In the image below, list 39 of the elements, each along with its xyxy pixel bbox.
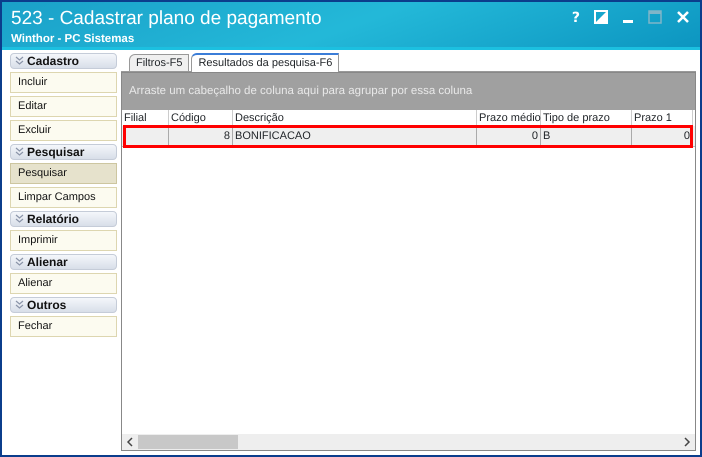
column-header[interactable]: Prazo 1 [632,110,693,126]
sidebar-button[interactable]: Editar [10,96,117,117]
table-cell: BONIFICACAO [233,126,477,146]
window-title: 523 - Cadastrar plano de pagamento [11,7,322,31]
column-header[interactable]: Código [169,110,233,126]
column-header[interactable]: Tipo de prazo [541,110,632,126]
table-cell: B [541,126,632,146]
section-header[interactable]: Relatório [10,211,117,227]
maximize-icon[interactable] [648,10,662,24]
tab[interactable]: Filtros-F5 [129,54,190,71]
column-header[interactable]: Prazo médio [477,110,541,126]
collapse-icon[interactable] [15,214,24,224]
section-header[interactable]: Alienar [10,254,117,270]
collapse-icon[interactable] [15,257,24,267]
section-header[interactable]: Cadastro [10,53,117,69]
column-header[interactable]: Filial [122,110,169,126]
collapse-icon[interactable] [15,300,24,310]
sidebar-button[interactable]: Excluir [10,120,117,141]
sidebar-button[interactable]: Alienar [10,273,117,294]
column-header[interactable]: Descrição [233,110,477,126]
table-cell: 0 [477,126,541,146]
window-subtitle: Winthor - PC Sistemas [11,32,136,47]
table-cell: 0 [632,126,693,146]
collapse-icon[interactable] [15,56,24,66]
scroll-thumb[interactable] [138,435,238,449]
section-header[interactable]: Outros [10,297,117,313]
theme-icon[interactable] [594,10,608,24]
collapse-icon[interactable] [15,147,24,157]
close-icon[interactable] [676,10,690,24]
sidebar-button[interactable]: Incluir [10,72,117,93]
group-panel: Arraste um cabeçalho de coluna aqui para agrupar por essa coluna [122,73,695,110]
table-cell: 8 [169,126,233,146]
horizontal-scrollbar[interactable] [122,434,695,450]
sidebar-button[interactable]: Fechar [10,316,117,337]
tab[interactable]: Resultados da pesquisa-F6 [191,53,340,72]
sidebar-button[interactable]: Pesquisar [10,163,117,184]
section-header[interactable]: Pesquisar [10,144,117,160]
sidebar-button[interactable]: Imprimir [10,230,117,251]
sidebar-button[interactable]: Limpar Campos [10,187,117,208]
